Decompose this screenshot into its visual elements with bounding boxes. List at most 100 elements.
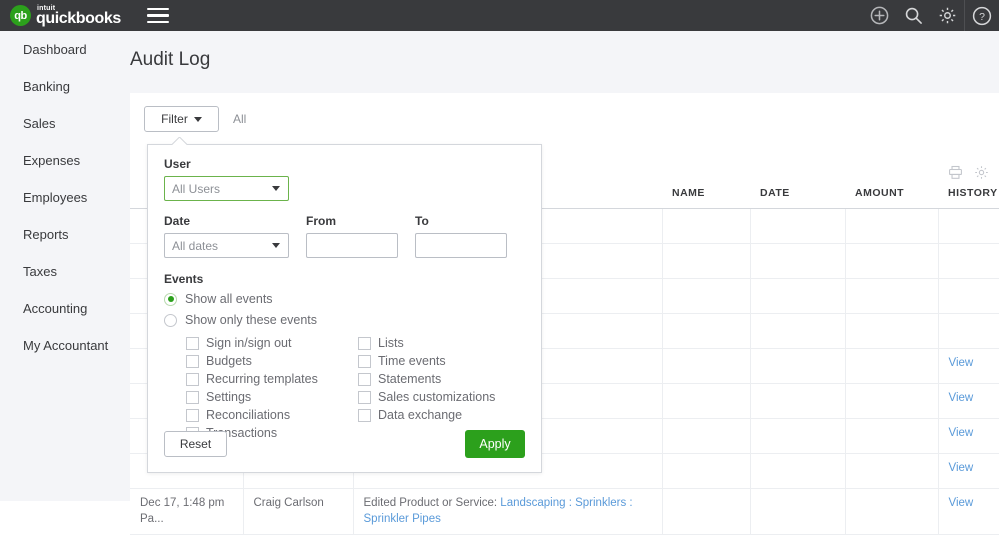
apply-button[interactable]: Apply <box>465 430 525 458</box>
to-field-group: To <box>415 214 507 258</box>
cell-date <box>750 244 845 279</box>
filter-toolbar: Filter All <box>130 93 999 145</box>
sidebar-item-my-accountant[interactable]: My Accountant <box>0 327 130 364</box>
view-link[interactable]: View <box>949 357 974 369</box>
event-type-checkbox-grid: Sign in/sign out Budgets Recurring templ… <box>186 334 525 442</box>
cell-history: View <box>938 454 999 489</box>
column-header-history: HISTORY <box>938 187 999 209</box>
cell-amount <box>845 349 938 384</box>
to-field-label: To <box>415 214 507 228</box>
date-range-row: Date All dates From To <box>164 214 525 258</box>
quickbooks-logo[interactable]: qb intuit quickbooks <box>10 5 121 27</box>
view-link[interactable]: View <box>949 462 974 474</box>
sidebar-item-reports[interactable]: Reports <box>0 216 130 253</box>
checkbox-icon <box>358 337 371 350</box>
cell-amount <box>845 244 938 279</box>
quickbooks-logo-mark: qb <box>10 5 31 26</box>
radio-selected-icon <box>164 293 177 306</box>
cell-amount <box>845 314 938 349</box>
cell-history <box>938 244 999 279</box>
sidebar-item-taxes[interactable]: Taxes <box>0 253 130 290</box>
checkbox-label: Budgets <box>206 354 252 368</box>
to-date-input[interactable] <box>415 233 507 258</box>
cell-amount <box>845 279 938 314</box>
sidebar-item-label: Accounting <box>23 301 87 316</box>
cell-name <box>662 454 750 489</box>
cell-amount <box>845 489 938 535</box>
column-header-name: NAME <box>662 187 750 209</box>
cell-amount <box>845 419 938 454</box>
table-row[interactable]: Dec 17, 1:48 pm Pa... Craig Carlson Edit… <box>130 489 999 535</box>
checkbox-sign-in-sign-out[interactable]: Sign in/sign out <box>186 334 358 352</box>
help-circle-icon[interactable]: ? <box>965 0 999 31</box>
sidebar-item-dashboard[interactable]: Dashboard <box>0 31 130 68</box>
sidebar-item-employees[interactable]: Employees <box>0 179 130 216</box>
checkbox-budgets[interactable]: Budgets <box>186 352 358 370</box>
plus-circle-icon[interactable] <box>862 0 896 31</box>
view-link[interactable]: View <box>949 427 974 439</box>
checkbox-icon <box>358 355 371 368</box>
cell-date <box>750 314 845 349</box>
view-link[interactable]: View <box>949 392 974 404</box>
view-link[interactable]: View <box>949 497 974 509</box>
sidebar-item-accounting[interactable]: Accounting <box>0 290 130 327</box>
checkbox-sales-customizations[interactable]: Sales customizations <box>358 388 530 406</box>
checkbox-recurring-templates[interactable]: Recurring templates <box>186 370 358 388</box>
checkbox-label: Reconciliations <box>206 408 290 422</box>
sidebar-item-banking[interactable]: Banking <box>0 68 130 105</box>
cell-history: View <box>938 384 999 419</box>
applied-filter-text: All <box>233 112 246 126</box>
cell-name <box>662 419 750 454</box>
printer-icon[interactable] <box>948 165 963 185</box>
cell-name <box>662 349 750 384</box>
checkbox-label: Recurring templates <box>206 372 318 386</box>
cell-history <box>938 314 999 349</box>
from-field-label: From <box>306 214 398 228</box>
checkbox-label: Settings <box>206 390 251 404</box>
checkbox-time-events[interactable]: Time events <box>358 352 530 370</box>
search-icon[interactable] <box>896 0 930 31</box>
checkbox-lists[interactable]: Lists <box>358 334 530 352</box>
sidebar-navigation: Dashboard Banking Sales Expenses Employe… <box>0 31 130 501</box>
chevron-down-icon <box>272 243 280 248</box>
checkbox-label: Sales customizations <box>378 390 495 404</box>
sidebar-item-label: My Accountant <box>23 338 108 353</box>
hamburger-menu-icon[interactable] <box>147 8 169 24</box>
sidebar-item-label: Sales <box>23 116 56 131</box>
sidebar-item-expenses[interactable]: Expenses <box>0 142 130 179</box>
checkbox-icon <box>358 373 371 386</box>
cell-history: View <box>938 419 999 454</box>
cell-amount <box>845 384 938 419</box>
panel-arrow <box>172 137 187 145</box>
gear-icon[interactable] <box>930 0 964 31</box>
sidebar-item-label: Reports <box>23 227 69 242</box>
filter-button[interactable]: Filter <box>144 106 219 132</box>
cell-date <box>750 384 845 419</box>
from-date-input[interactable] <box>306 233 398 258</box>
cell-amount <box>845 454 938 489</box>
radio-show-only-these-events-label: Show only these events <box>185 313 317 327</box>
checkbox-data-exchange[interactable]: Data exchange <box>358 406 530 424</box>
gear-icon[interactable] <box>974 165 989 185</box>
checkbox-icon <box>186 337 199 350</box>
cell-date <box>750 209 845 244</box>
checkbox-settings[interactable]: Settings <box>186 388 358 406</box>
checkbox-reconciliations[interactable]: Reconciliations <box>186 406 358 424</box>
date-field-group: Date All dates <box>164 214 289 258</box>
radio-show-only-these-events[interactable]: Show only these events <box>164 313 525 327</box>
checkbox-icon <box>186 409 199 422</box>
radio-show-all-events[interactable]: Show all events <box>164 292 525 306</box>
reset-button[interactable]: Reset <box>164 431 227 457</box>
checkbox-statements[interactable]: Statements <box>358 370 530 388</box>
user-select[interactable]: All Users <box>164 176 289 201</box>
from-field-group: From <box>306 214 398 258</box>
user-field-label: User <box>164 157 525 171</box>
cell-date <box>750 454 845 489</box>
sidebar-item-sales[interactable]: Sales <box>0 105 130 142</box>
svg-text:?: ? <box>979 11 985 23</box>
user-select-value: All Users <box>172 182 220 196</box>
cell-history: View <box>938 349 999 384</box>
chevron-down-icon <box>272 186 280 191</box>
checkbox-icon <box>186 355 199 368</box>
date-select[interactable]: All dates <box>164 233 289 258</box>
